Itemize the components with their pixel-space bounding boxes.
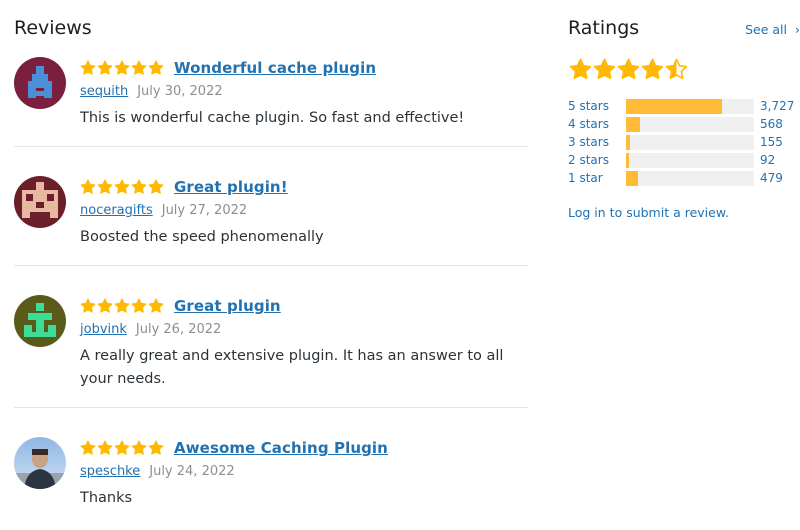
review-author-link[interactable]: sequith	[80, 84, 128, 99]
review-date: July 27, 2022	[161, 202, 248, 218]
review-content: A really great and extensive plugin. It …	[80, 348, 504, 387]
review-date: July 26, 2022	[135, 321, 222, 337]
review-star-rating	[80, 179, 164, 195]
rating-bar-count: 568	[760, 117, 783, 131]
rating-bar-label[interactable]: 3 stars	[568, 135, 626, 149]
star-filled-icon	[148, 298, 164, 313]
rating-bar-fill	[626, 98, 722, 114]
reviews-heading: Reviews	[14, 17, 92, 39]
review-title-link[interactable]: Great plugin	[174, 297, 281, 315]
review-author-link[interactable]: speschke	[80, 464, 140, 479]
review-title-link[interactable]: Awesome Caching Plugin	[174, 439, 388, 457]
star-filled-icon	[131, 440, 147, 455]
review-divider	[14, 146, 528, 147]
rating-bar-track	[626, 98, 754, 114]
star-filled-icon	[617, 58, 640, 80]
star-filled-icon	[593, 58, 616, 80]
star-filled-icon	[114, 179, 130, 194]
rating-bar-fill	[626, 116, 641, 132]
rating-bar-count: 479	[760, 171, 783, 185]
rating-bar-label[interactable]: 5 stars	[568, 99, 626, 113]
see-all-link[interactable]: See all ›	[745, 22, 800, 37]
review-author-link[interactable]: noceragifts	[80, 203, 153, 218]
star-filled-icon	[97, 179, 113, 194]
star-filled-icon	[97, 60, 113, 75]
rating-bar-fill	[626, 134, 630, 150]
review-title-link[interactable]: Wonderful cache plugin	[174, 59, 376, 77]
rating-bar-row[interactable]: 3 stars 155	[568, 133, 800, 151]
star-filled-icon	[80, 60, 96, 75]
ratings-section: Ratings See all › 5 stars 3,727 4 stars 568…	[568, 0, 800, 530]
average-star-rating	[569, 58, 688, 81]
rating-bar-label[interactable]: 1 star	[568, 171, 626, 185]
review-body: Great plugin jobvink July 26, 2022 A rea…	[80, 295, 528, 391]
review-date: July 24, 2022	[149, 463, 235, 479]
review-content: This is wonderful cache plugin. So fast …	[80, 110, 465, 126]
star-filled-icon	[131, 179, 147, 194]
star-filled-icon	[148, 440, 164, 455]
rating-bar-row[interactable]: 2 stars 92	[568, 151, 800, 169]
rating-bar-count: 92	[760, 153, 776, 167]
rating-bar-track	[626, 170, 754, 186]
star-filled-icon	[80, 298, 96, 313]
rating-breakdown: 5 stars 3,727 4 stars 568 3 stars 155 2 stars 9…	[568, 97, 800, 187]
ratings-heading: Ratings	[568, 17, 640, 39]
reviewer-avatar[interactable]	[14, 295, 66, 347]
review-star-rating	[80, 440, 164, 456]
review-body: Great plugin! noceragifts July 27, 2022 …	[80, 176, 528, 249]
star-filled-icon	[114, 298, 130, 313]
chevron-right-icon: ›	[795, 22, 800, 37]
review-title-link[interactable]: Great plugin!	[174, 178, 288, 196]
see-all-label: See all	[745, 22, 788, 37]
rating-bar-track	[626, 152, 754, 168]
review-body: Awesome Caching Plugin speschke July 24,…	[80, 437, 528, 510]
rating-bar-track	[626, 116, 754, 132]
star-filled-icon	[131, 60, 147, 75]
login-to-review-link[interactable]: Log in to submit a review.	[568, 205, 729, 220]
rating-bar-label[interactable]: 4 stars	[568, 117, 626, 131]
star-filled-icon	[114, 440, 130, 455]
rating-bar-fill	[626, 152, 629, 168]
review-divider	[14, 265, 528, 266]
review-star-rating	[80, 60, 164, 76]
star-filled-icon	[114, 60, 130, 75]
star-filled-icon	[80, 179, 96, 194]
review-content: Thanks	[80, 490, 133, 506]
star-filled-icon	[148, 179, 164, 194]
star-filled-icon	[97, 298, 113, 313]
reviewer-avatar[interactable]	[14, 176, 66, 228]
rating-bar-row[interactable]: 1 star 479	[568, 169, 800, 187]
rating-bar-count: 155	[760, 135, 783, 149]
star-filled-icon	[97, 440, 113, 455]
reviewer-avatar[interactable]	[14, 437, 66, 489]
reviewer-avatar[interactable]	[14, 57, 66, 109]
review-date: July 30, 2022	[137, 83, 223, 99]
rating-bar-row[interactable]: 5 stars 3,727	[568, 97, 800, 115]
rating-bar-label[interactable]: 2 stars	[568, 153, 626, 167]
star-filled-icon	[80, 440, 96, 455]
rating-bar-track	[626, 134, 754, 150]
review-author-link[interactable]: jobvink	[80, 322, 127, 337]
star-filled-icon	[148, 60, 164, 75]
rating-bar-count: 3,727	[760, 99, 795, 113]
star-filled-icon	[131, 298, 147, 313]
rating-bar-fill	[626, 170, 638, 186]
review-star-rating	[80, 298, 164, 314]
review-body: Wonderful cache plugin sequith July 30, …	[80, 57, 528, 130]
star-filled-icon	[569, 58, 592, 80]
review-content: Boosted the speed phenomenally	[80, 229, 324, 245]
rating-bar-row[interactable]: 4 stars 568	[568, 115, 800, 133]
star-half-icon	[665, 58, 688, 80]
star-filled-icon	[641, 58, 664, 80]
review-divider	[14, 407, 528, 408]
